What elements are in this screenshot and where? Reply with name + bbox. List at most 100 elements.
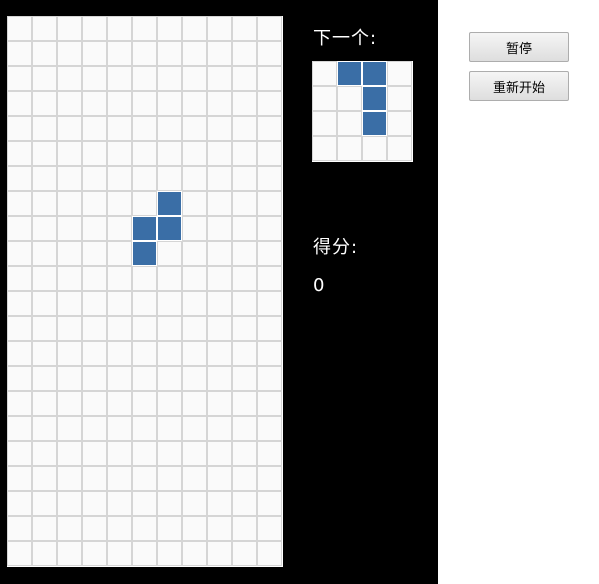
board-cell (7, 366, 32, 391)
board-cell (132, 141, 157, 166)
board-cell (32, 416, 57, 441)
board-cell (57, 16, 82, 41)
board-cell (257, 316, 282, 341)
board-cell (107, 116, 132, 141)
board-cell (82, 66, 107, 91)
board-cell (57, 466, 82, 491)
board-cell (207, 391, 232, 416)
restart-button[interactable]: 重新开始 (469, 71, 569, 101)
board-cell (7, 341, 32, 366)
board-cell (32, 16, 57, 41)
board-cell (257, 41, 282, 66)
board-cell (257, 516, 282, 541)
board-cell (32, 291, 57, 316)
board-cell (132, 341, 157, 366)
board-cell (182, 16, 207, 41)
board-cell (32, 166, 57, 191)
board-cell (32, 341, 57, 366)
next-piece-cell (387, 136, 412, 161)
board-cell (157, 416, 182, 441)
board-cell (132, 266, 157, 291)
board-cell (157, 241, 182, 266)
board-cell (107, 491, 132, 516)
board-cell (257, 291, 282, 316)
board-cell (82, 16, 107, 41)
board-cell (207, 541, 232, 566)
board-cell (257, 266, 282, 291)
board-cell (82, 366, 107, 391)
board-cell (207, 441, 232, 466)
board-cell (182, 491, 207, 516)
board-cell (207, 341, 232, 366)
board-cell (257, 116, 282, 141)
board-cell (32, 141, 57, 166)
board-cell (157, 91, 182, 116)
board-cell (57, 416, 82, 441)
board-cell (132, 441, 157, 466)
board-cell (232, 16, 257, 41)
board-cell (132, 516, 157, 541)
board-cell (57, 366, 82, 391)
game-board[interactable] (7, 16, 283, 567)
board-cell (232, 466, 257, 491)
board-cell (257, 466, 282, 491)
next-piece-cell-filled (362, 111, 387, 136)
board-cell (32, 266, 57, 291)
score-label: 得分: (313, 237, 359, 258)
board-cell (207, 191, 232, 216)
pause-button[interactable]: 暂停 (469, 32, 569, 62)
board-cell (232, 366, 257, 391)
board-cell (32, 66, 57, 91)
board-cell (107, 366, 132, 391)
board-cell (7, 166, 32, 191)
next-piece-cell (312, 136, 337, 161)
board-cell (232, 266, 257, 291)
board-cell (107, 216, 132, 241)
board-cell (107, 391, 132, 416)
board-cell (7, 516, 32, 541)
board-cell (82, 166, 107, 191)
board-cell (82, 41, 107, 66)
board-cell (232, 141, 257, 166)
board-cell (107, 466, 132, 491)
board-cell (82, 216, 107, 241)
board-cell (132, 16, 157, 41)
board-cell (82, 416, 107, 441)
board-cell (107, 441, 132, 466)
board-cell (7, 441, 32, 466)
board-cell (207, 291, 232, 316)
board-cell (157, 491, 182, 516)
board-cell (57, 66, 82, 91)
board-cell (157, 516, 182, 541)
next-piece-cell (362, 136, 387, 161)
board-cell (7, 416, 32, 441)
board-cell (107, 141, 132, 166)
board-cell (207, 366, 232, 391)
board-cell (107, 291, 132, 316)
board-cell (232, 291, 257, 316)
board-cell (207, 141, 232, 166)
board-cell (232, 416, 257, 441)
board-cell (132, 316, 157, 341)
board-cell (32, 491, 57, 516)
board-cell (182, 191, 207, 216)
board-cell (132, 191, 157, 216)
board-cell (132, 491, 157, 516)
board-cell (32, 391, 57, 416)
board-cell (232, 541, 257, 566)
board-cell (132, 166, 157, 191)
board-cell (257, 66, 282, 91)
board-cell (257, 366, 282, 391)
board-cell (232, 391, 257, 416)
board-cell (157, 41, 182, 66)
board-cell (157, 16, 182, 41)
board-cell (182, 116, 207, 141)
board-cell (7, 41, 32, 66)
next-piece-preview (312, 61, 413, 162)
board-cell (57, 41, 82, 66)
board-cell (132, 66, 157, 91)
board-cell (157, 266, 182, 291)
board-cell (32, 366, 57, 391)
board-cell (182, 341, 207, 366)
board-cell (132, 366, 157, 391)
